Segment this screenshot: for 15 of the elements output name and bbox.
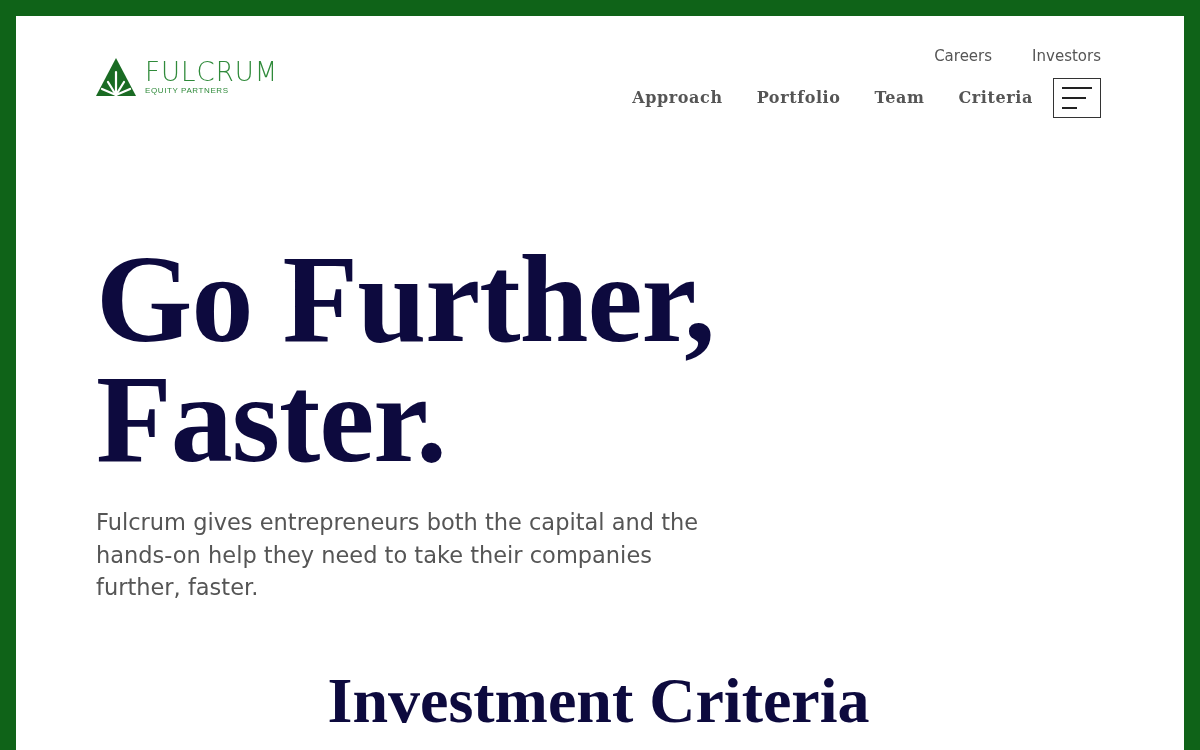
logo-icon	[96, 58, 136, 96]
section-heading: Investment Criteria	[327, 665, 870, 736]
main-nav-link[interactable]: Portfolio	[756, 86, 841, 110]
logo-tagline: EQUITY PARTNERS	[145, 86, 229, 95]
hero-headline: Go Further, Faster.	[96, 240, 715, 480]
menu-button[interactable]	[1053, 78, 1101, 118]
main-nav-link[interactable]: Approach	[632, 86, 723, 110]
main-nav-link[interactable]: Team	[874, 86, 925, 110]
logo-wordmark: FULCRUM	[145, 59, 279, 85]
utility-nav-link[interactable]: Careers	[934, 46, 993, 66]
hero-description: Fulcrum gives entrepreneurs both the capital and the hands-on help they need to take their companies further, faster.	[96, 508, 700, 602]
utility-nav-link[interactable]: Investors	[1032, 46, 1101, 66]
main-nav-link[interactable]: Criteria	[958, 86, 1033, 110]
menu-icon	[1062, 87, 1092, 109]
logo-link[interactable]: FULCRUM EQUITY PARTNERS	[96, 58, 279, 96]
